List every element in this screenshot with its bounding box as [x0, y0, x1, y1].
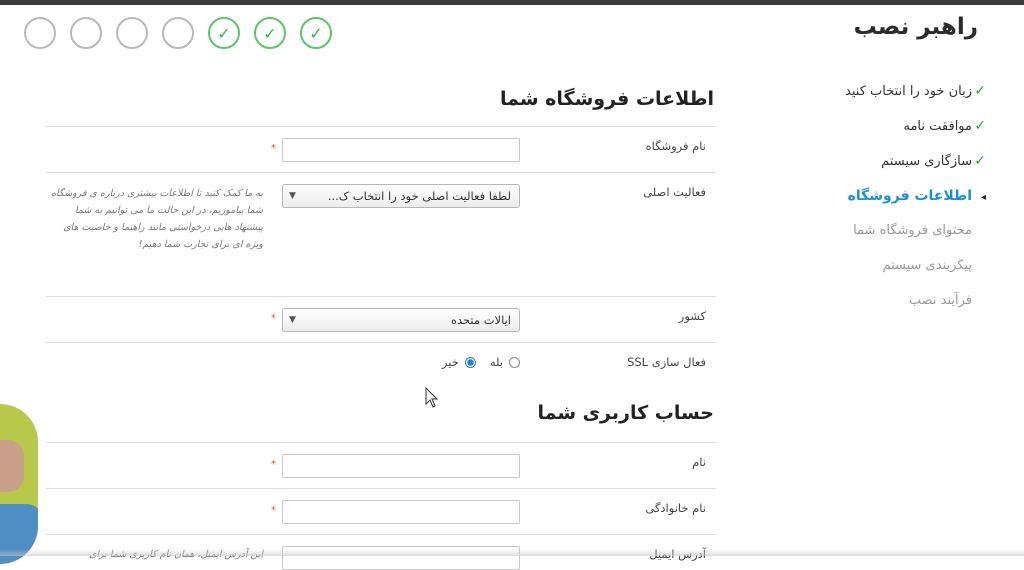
check-icon: ✓ — [974, 83, 986, 99]
nav-step-store-info[interactable]: ◂ اطلاعات فروشگاه — [766, 183, 986, 218]
last-name-label: نام خانوادگی — [645, 501, 706, 515]
last-name-input[interactable] — [282, 500, 520, 524]
ssl-yes-label[interactable]: بله — [490, 355, 503, 369]
bottom-edge — [0, 549, 1024, 556]
chevron-down-icon: ▼ — [289, 315, 296, 325]
ssl-radio-group: بله خیر — [442, 355, 520, 369]
wizard-steps-nav: ✓زبان خود را انتخاب کنید ✓موافقت نامه ✓س… — [766, 78, 986, 323]
nav-step-label: محتوای فروشگاه شما — [853, 223, 972, 238]
wizard-title: راهبر نصب — [853, 14, 978, 40]
ssl-row: فعال سازی SSL بله خیر — [46, 342, 716, 394]
ssl-no-label[interactable]: خیر — [442, 355, 459, 369]
first-name-input[interactable] — [282, 454, 520, 478]
nav-step-install: فرآیند نصب — [766, 288, 986, 323]
step-indicator-done: ✓ — [254, 17, 286, 49]
required-marker: * — [271, 143, 276, 154]
last-name-row: نام خانوادگی * — [46, 488, 716, 534]
main-activity-select[interactable]: لطفا فعالیت اصلی خود را انتخاب ک... ▼ — [282, 184, 520, 208]
country-selected: ایالات متحده — [450, 313, 511, 327]
chevron-down-icon: ▼ — [289, 191, 296, 201]
ssl-no-radio[interactable] — [464, 356, 476, 368]
check-icon: ✓ — [974, 153, 986, 169]
nav-step-label: سازگاری سیستم — [881, 154, 972, 169]
store-section-title: اطلاعات فروشگاه شما — [500, 88, 714, 110]
first-name-row: نام * — [46, 442, 716, 488]
check-icon: ✓ — [309, 23, 323, 43]
country-label: کشور — [678, 309, 706, 323]
step-indicator-pending — [162, 17, 194, 49]
wizard-form: اطلاعات فروشگاه شما نام فروشگاه * فعالیت… — [46, 80, 716, 570]
required-marker: * — [271, 313, 276, 324]
step-indicator-pending — [116, 17, 148, 49]
step-indicator-done: ✓ — [208, 17, 240, 49]
account-section-title: حساب کاربری شما — [537, 402, 714, 424]
main-activity-help: به ما کمک کنید تا اطلاعات بیشتری درباره … — [51, 188, 263, 250]
step-indicator-pending — [70, 17, 102, 49]
required-marker: * — [271, 505, 276, 516]
progress-stepper: ✓ ✓ ✓ — [24, 17, 332, 49]
nav-step-system-config: پیکربندی سیستم — [766, 253, 986, 288]
shop-name-label: نام فروشگاه — [645, 139, 706, 153]
check-icon: ✓ — [263, 23, 277, 43]
main-activity-row: فعالیت اصلی لطفا فعالیت اصلی خود را انتخ… — [46, 172, 716, 296]
ssl-label: فعال سازی SSL — [627, 355, 706, 369]
nav-step-label: فرآیند نصب — [908, 293, 972, 308]
presenter-avatar — [0, 440, 24, 492]
shop-name-row: نام فروشگاه * — [46, 126, 716, 172]
nav-step-store-content: محتوای فروشگاه شما — [766, 218, 986, 253]
nav-step-label: موافقت نامه — [903, 119, 973, 134]
ssl-yes-radio[interactable] — [509, 356, 520, 368]
nav-step-label: زبان خود را انتخاب کنید — [845, 84, 972, 99]
country-select[interactable]: ایالات متحده ▼ — [282, 308, 520, 332]
mouse-pointer-icon — [425, 387, 439, 408]
check-icon: ✓ — [974, 118, 986, 134]
nav-step-label: اطلاعات فروشگاه — [847, 188, 972, 204]
main-activity-label: فعالیت اصلی — [643, 185, 706, 199]
required-marker: * — [271, 459, 276, 470]
top-bar — [0, 0, 1024, 5]
first-name-label: نام — [692, 455, 706, 469]
shop-name-input[interactable] — [282, 138, 520, 162]
country-row: کشور ایالات متحده ▼ * — [46, 296, 716, 342]
nav-step-compatibility[interactable]: ✓سازگاری سیستم — [766, 148, 986, 183]
check-icon: ✓ — [217, 23, 231, 43]
nav-step-language[interactable]: ✓زبان خود را انتخاب کنید — [766, 78, 986, 113]
step-indicator-done: ✓ — [300, 17, 332, 49]
webcam-overlay — [0, 404, 38, 564]
nav-step-label: پیکربندی سیستم — [882, 258, 972, 273]
step-indicator-pending — [24, 17, 56, 49]
main-activity-selected: لطفا فعالیت اصلی خود را انتخاب ک... — [327, 189, 511, 203]
current-step-arrow-icon: ◂ — [980, 192, 986, 203]
nav-step-agreement[interactable]: ✓موافقت نامه — [766, 113, 987, 148]
